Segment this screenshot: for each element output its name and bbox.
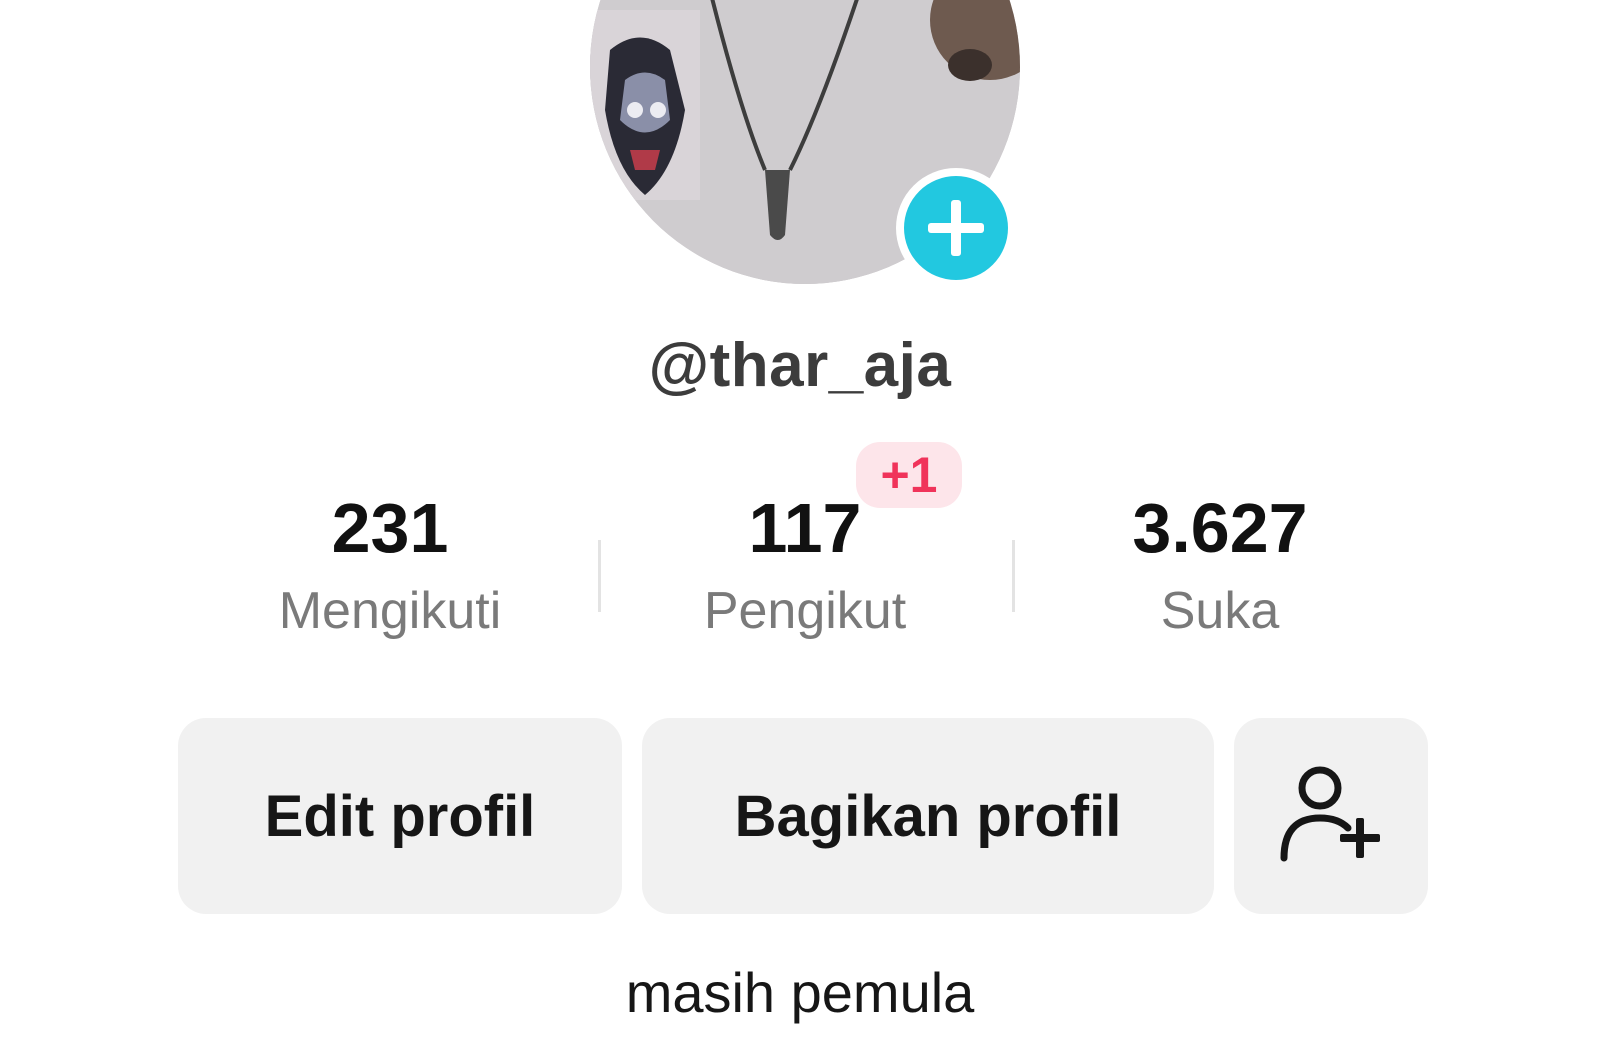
stats-row: 231 Mengikuti 117 Pengikut 3.627 Suka (0, 480, 1600, 660)
stat-divider (598, 540, 601, 612)
share-profile-button[interactable]: Bagikan profil (642, 718, 1214, 914)
likes-label: Suka (1160, 582, 1280, 640)
plus-icon (928, 200, 984, 256)
profile-page: @thar_aja 231 Mengikuti 117 Pengikut 3.6… (0, 0, 1600, 1064)
following-label: Mengikuti (278, 582, 502, 640)
stat-following[interactable]: 231 Mengikuti (190, 480, 590, 646)
new-followers-badge: +1 (856, 442, 962, 508)
add-avatar-button[interactable] (896, 168, 1016, 288)
edit-profile-button[interactable]: Edit profil (178, 718, 622, 914)
username[interactable]: @thar_aja (0, 330, 1600, 401)
add-avatar-button-inner (904, 176, 1008, 280)
bio-text: masih pemula (625, 961, 975, 1024)
followers-label: Pengikut (703, 582, 907, 640)
add-friend-button[interactable] (1234, 718, 1428, 914)
shirt-print (590, 10, 700, 200)
person-plus-icon (1280, 766, 1380, 862)
likes-count: 3.627 (1132, 489, 1308, 567)
stat-divider (1012, 540, 1015, 612)
following-count: 231 (331, 489, 449, 567)
stat-likes[interactable]: 3.627 Suka (1020, 480, 1420, 646)
